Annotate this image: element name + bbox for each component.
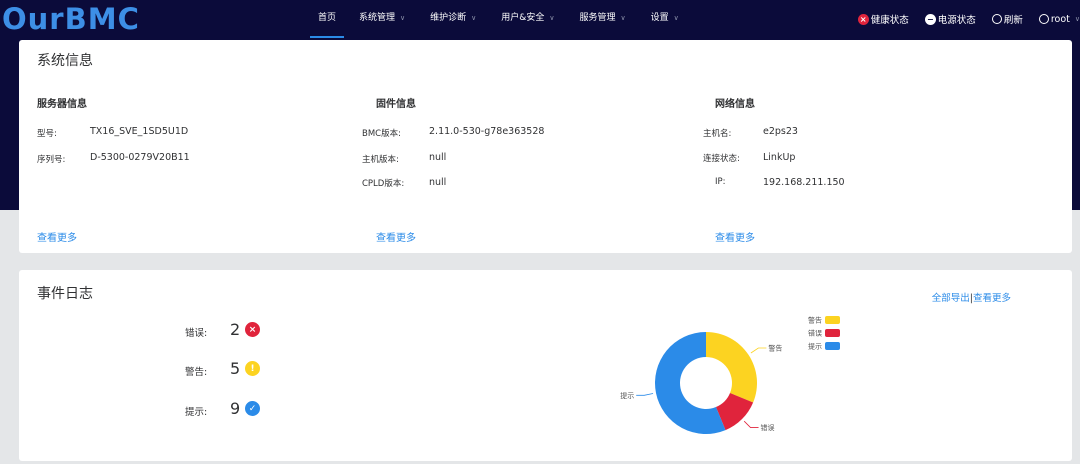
refresh-icon <box>991 14 1002 24</box>
event-log-actions: 全部导出|查看更多 <box>932 290 1011 304</box>
warning-count: 5 <box>230 359 241 378</box>
chevron-down-icon: ∨ <box>620 14 626 22</box>
host-version-label: 主机版本: <box>362 155 399 165</box>
menu-item-user-security[interactable]: 用户&安全 ∨ <box>501 0 554 38</box>
menu-item-label: 首页 <box>318 13 337 23</box>
model-value: TX16_SVE_1SD5U1D <box>90 126 189 137</box>
event-log-card: 事件日志 全部导出|查看更多 错误: 2 × 警告: 5 ! 提示: 9 ✓ 警… <box>19 270 1072 461</box>
system-info-title: 系统信息 <box>37 53 93 69</box>
link-status-label: 连接状态: <box>703 154 740 164</box>
legend-label[interactable]: 错误 <box>808 329 822 338</box>
ip-value: 192.168.211.150 <box>763 177 845 188</box>
chevron-down-icon: ∨ <box>1074 15 1080 23</box>
slice-label: 警告 <box>768 343 782 352</box>
slice-label-line <box>743 420 759 428</box>
legend-swatch[interactable] <box>825 316 840 324</box>
menu-item-maintenance[interactable]: 维护诊断 ∨ <box>430 0 476 38</box>
power-status-button[interactable]: − 电源状态 <box>924 12 976 26</box>
legend-label[interactable]: 警告 <box>808 316 822 325</box>
error-icon: × <box>245 322 260 337</box>
error-count-label: 错误: <box>185 328 208 339</box>
menu-item-label: 系统管理 <box>359 13 396 23</box>
info-check-icon: ✓ <box>245 401 260 416</box>
error-status-icon: × <box>857 13 869 25</box>
slice-label: 提示 <box>620 391 634 400</box>
network-info-title: 网络信息 <box>715 99 755 110</box>
error-count: 2 <box>230 320 241 339</box>
bmc-version-label: BMC版本: <box>362 129 401 139</box>
chevron-down-icon: ∨ <box>471 14 477 22</box>
warning-count-label: 警告: <box>185 367 208 378</box>
refresh-label: 刷新 <box>1003 15 1023 26</box>
model-label: 型号: <box>37 129 57 139</box>
legend-swatch[interactable] <box>825 329 840 337</box>
menu-item-label: 服务管理 <box>579 13 616 23</box>
menu-item-label: 维护诊断 <box>430 13 467 23</box>
info-count: 9 <box>230 399 241 418</box>
refresh-button[interactable]: 刷新 <box>991 12 1023 26</box>
network-more-link[interactable]: 查看更多 <box>715 229 755 244</box>
slice-label-line <box>636 393 654 396</box>
cpld-version-label: CPLD版本: <box>362 179 405 189</box>
menu-item-services[interactable]: 服务管理 ∨ <box>579 0 625 38</box>
health-status-label: 健康状态 <box>870 15 909 26</box>
firmware-more-link[interactable]: 查看更多 <box>376 229 416 244</box>
username: root <box>1050 13 1070 25</box>
power-status-label: 电源状态 <box>937 15 976 26</box>
chevron-down-icon: ∨ <box>400 14 406 22</box>
serial-label: 序列号: <box>37 155 66 165</box>
firmware-info-title: 固件信息 <box>376 99 416 110</box>
top-navbar: OurBMC 首页 系统管理 ∨ 维护诊断 ∨ 用户&安全 ∨ 服务管理 ∨ 设置 ∨ ×… <box>0 0 1080 38</box>
status-bar: × 健康状态 − 电源状态 刷新 root ∨ <box>842 0 1080 38</box>
info-count-label: 提示: <box>185 407 208 418</box>
server-more-link[interactable]: 查看更多 <box>37 229 77 244</box>
serial-value: D-5300-0279V20B11 <box>90 152 190 163</box>
menu-item-settings[interactable]: 设置 ∨ <box>651 0 679 38</box>
view-more-link[interactable]: 查看更多 <box>973 293 1011 304</box>
chevron-down-icon: ∨ <box>549 14 555 22</box>
server-info-title: 服务器信息 <box>37 99 87 110</box>
cpld-version-value: null <box>429 177 447 188</box>
chevron-down-icon: ∨ <box>673 14 679 22</box>
hostname-value: e2ps23 <box>763 126 798 137</box>
app-logo[interactable]: OurBMC <box>2 2 140 36</box>
system-info-card: 系统信息 服务器信息 型号: TX16_SVE_1SD5U1D 序列号: D-5… <box>19 40 1072 253</box>
ip-label: IP: <box>715 177 726 187</box>
link-status-value: LinkUp <box>763 152 796 163</box>
menu-item-label: 用户&安全 <box>501 13 545 23</box>
hostname-label: 主机名: <box>703 129 732 139</box>
warning-icon: ! <box>245 361 260 376</box>
user-menu[interactable]: root ∨ <box>1038 13 1080 25</box>
slice-label: 错误 <box>761 423 775 432</box>
menu-item-label: 设置 <box>650 13 669 23</box>
health-status-button[interactable]: × 健康状态 <box>857 12 909 26</box>
donut-slice-0[interactable] <box>706 332 757 403</box>
legend-label[interactable]: 提示 <box>808 342 822 351</box>
event-donut-chart: 警告错误提示警告错误提示 <box>620 316 840 434</box>
export-all-link[interactable]: 全部导出 <box>932 293 970 304</box>
power-status-icon: − <box>924 13 936 25</box>
legend-swatch[interactable] <box>825 342 840 350</box>
user-icon <box>1038 14 1049 24</box>
slice-label-line <box>750 347 767 354</box>
menu-item-home[interactable]: 首页 <box>310 0 345 38</box>
host-version-value: null <box>429 152 447 163</box>
event-log-title: 事件日志 <box>37 286 93 302</box>
bmc-version-value: 2.11.0-530-g78e363528 <box>429 126 545 137</box>
menu-item-system[interactable]: 系统管理 ∨ <box>359 0 405 38</box>
main-menu: 首页 系统管理 ∨ 维护诊断 ∨ 用户&安全 ∨ 服务管理 ∨ 设置 ∨ <box>310 0 704 38</box>
